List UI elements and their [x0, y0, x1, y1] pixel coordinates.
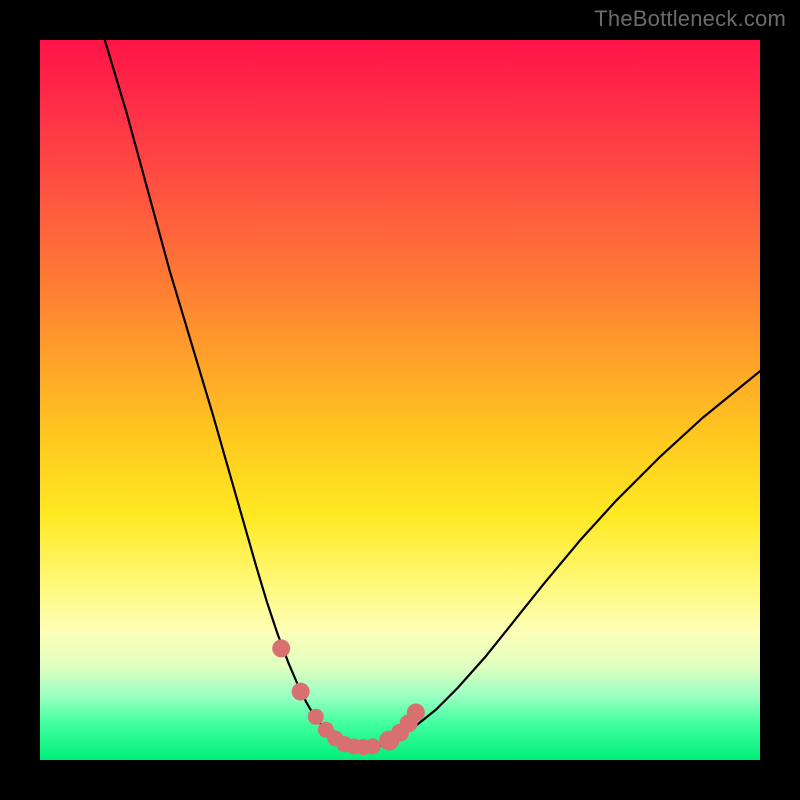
plot-area — [40, 40, 760, 760]
floor-marker — [365, 738, 381, 754]
chart-frame: TheBottleneck.com — [0, 0, 800, 800]
floor-marker — [308, 709, 324, 725]
floor-marker — [407, 703, 425, 721]
floor-marker-group — [272, 639, 425, 755]
floor-marker — [292, 683, 310, 701]
floor-marker — [272, 639, 290, 657]
bottleneck-curve — [105, 40, 760, 749]
curve-svg — [40, 40, 760, 760]
watermark-text: TheBottleneck.com — [594, 6, 786, 32]
